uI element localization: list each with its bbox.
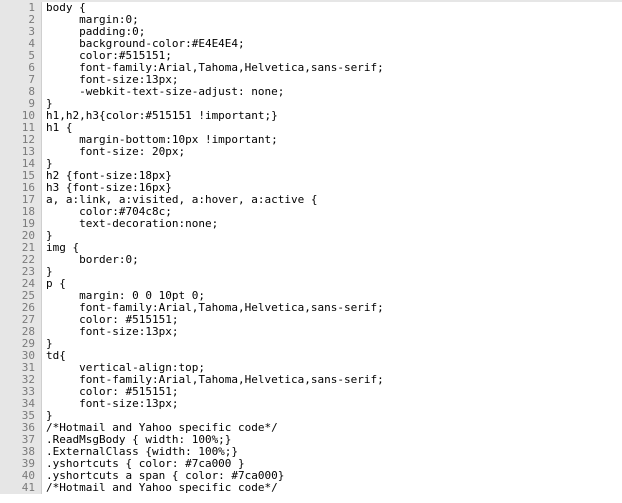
code-line[interactable]: font-size: 20px;	[42, 146, 622, 158]
code-line[interactable]: text-decoration:none;	[42, 218, 622, 230]
code-line[interactable]: }	[42, 338, 622, 350]
code-line[interactable]: h1,h2,h3{color:#515151 !important;}	[42, 110, 622, 122]
code-line[interactable]: border:0;	[42, 254, 622, 266]
line-number: 41	[0, 482, 35, 494]
code-line[interactable]: font-size:13px;	[42, 398, 622, 410]
code-editor-viewport: 1234567891011121314151617181920212223242…	[0, 2, 622, 494]
code-line[interactable]: -webkit-text-size-adjust: none;	[42, 86, 622, 98]
code-line[interactable]: }	[42, 266, 622, 278]
line-number-gutter: 1234567891011121314151617181920212223242…	[0, 2, 42, 494]
code-line[interactable]: /*Hotmail and Yahoo specific code*/	[42, 482, 622, 494]
code-line[interactable]: }	[42, 230, 622, 242]
code-line[interactable]: font-size:13px;	[42, 326, 622, 338]
code-area[interactable]: body { margin:0; padding:0; background-c…	[42, 2, 622, 494]
